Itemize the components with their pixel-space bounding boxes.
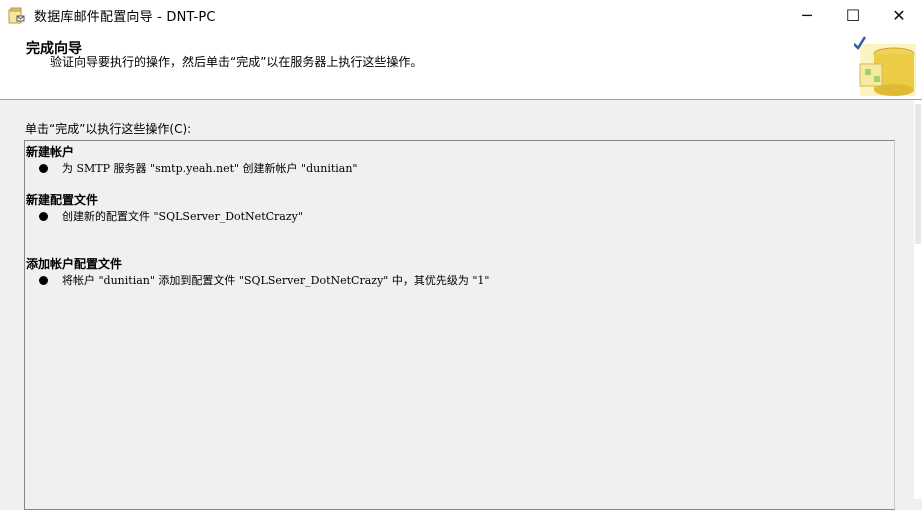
title-bar: 数据库邮件配置向导 - DNT-PC ─ ☐ ✕ bbox=[0, 0, 922, 32]
maximize-button[interactable]: ☐ bbox=[830, 0, 876, 31]
window-title: 数据库邮件配置向导 - DNT-PC bbox=[34, 10, 216, 25]
page-subtitle: 验证向导要执行的操作，然后单击“完成”以在服务器上执行这些操作。 bbox=[50, 55, 423, 69]
bullet-icon bbox=[39, 211, 48, 221]
section-new-profile-item: 创建新的配置文件 "SQLServer_DotNetCrazy" bbox=[62, 210, 303, 223]
bullet-icon bbox=[39, 163, 48, 173]
scrollbar-thumb[interactable] bbox=[915, 104, 921, 244]
wizard-header: 完成向导 验证向导要执行的操作，然后单击“完成”以在服务器上执行这些操作。 bbox=[0, 31, 922, 100]
database-check-icon bbox=[853, 34, 916, 96]
section-add-account-profile-title: 添加帐户配置文件 bbox=[26, 257, 123, 271]
list-item: 创建新的配置文件 "SQLServer_DotNetCrazy" bbox=[39, 208, 303, 224]
close-button[interactable]: ✕ bbox=[876, 0, 922, 31]
section-new-profile-title: 新建配置文件 bbox=[26, 193, 99, 207]
list-item: 为 SMTP 服务器 "smtp.yeah.net" 创建新帐户 "duniti… bbox=[39, 160, 357, 176]
prompt-label: 单击“完成”以执行这些操作(C): bbox=[25, 122, 192, 136]
section-add-account-profile-item: 将帐户 "dunitian" 添加到配置文件 "SQLServer_DotNet… bbox=[62, 274, 490, 287]
window-controls: ─ ☐ ✕ bbox=[784, 0, 922, 31]
section-new-account-item: 为 SMTP 服务器 "smtp.yeah.net" 创建新帐户 "duniti… bbox=[62, 162, 358, 175]
section-new-account-title: 新建帐户 bbox=[26, 145, 75, 159]
list-item: 将帐户 "dunitian" 添加到配置文件 "SQLServer_DotNet… bbox=[39, 272, 489, 288]
minimize-button[interactable]: ─ bbox=[784, 0, 830, 31]
bullet-icon bbox=[39, 275, 48, 285]
actions-report[interactable]: 新建帐户 为 SMTP 服务器 "smtp.yeah.net" 创建新帐户 "d… bbox=[24, 140, 895, 510]
database-mail-wizard-icon bbox=[8, 7, 26, 25]
